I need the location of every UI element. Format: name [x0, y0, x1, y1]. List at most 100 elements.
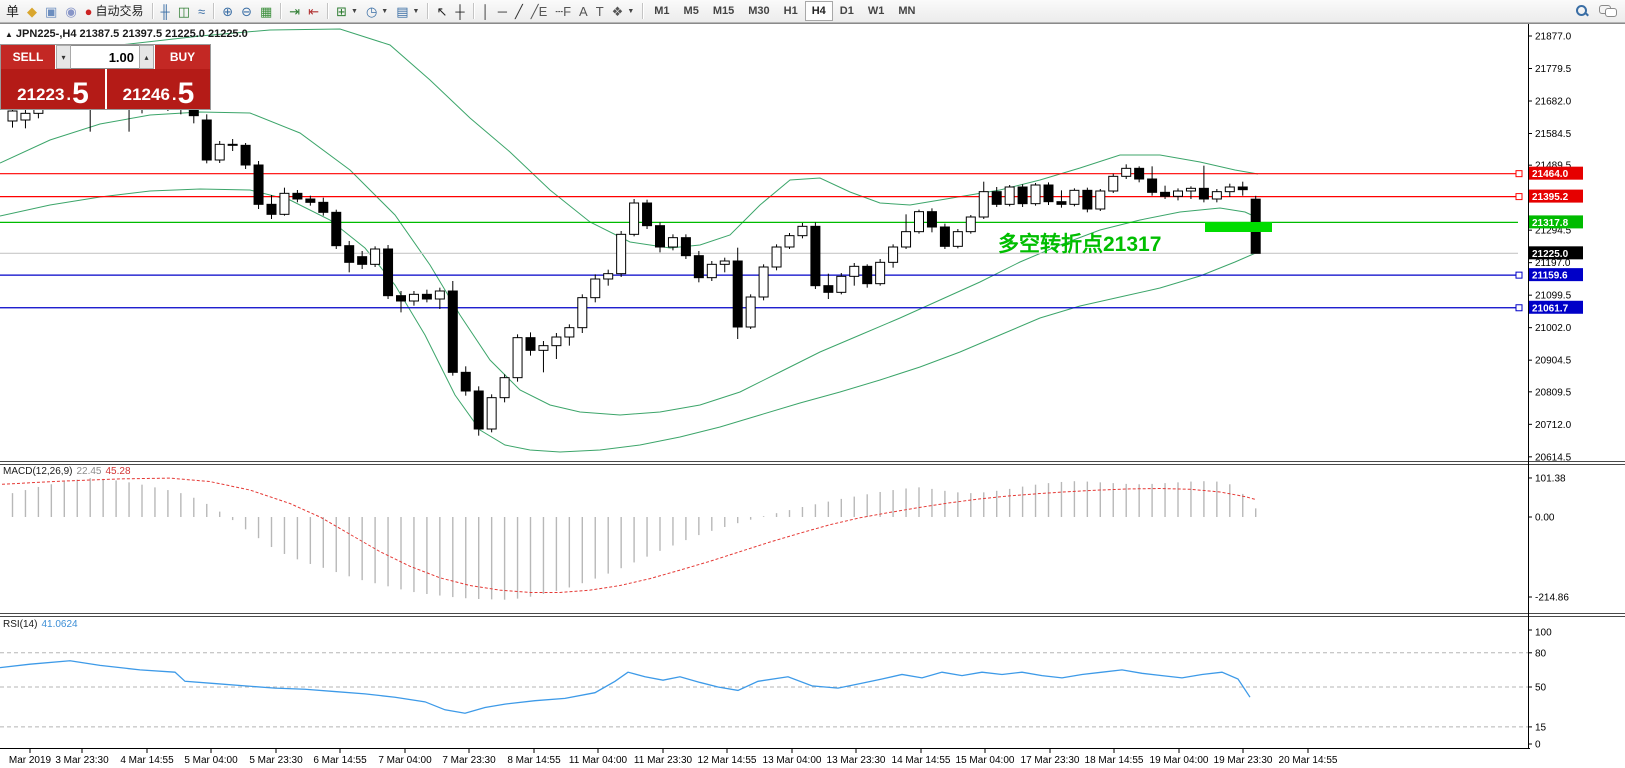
main-toolbar: 单◆▣◉●自动交易╫◫≈⊕⊖▦⇥⇤⊞▼◷▼▤▼↖┼│─╱╱E┄FAT❖▼M1M5…: [0, 0, 1625, 23]
macd-axis-label: -214.86: [1535, 593, 1569, 604]
candle-body: [1031, 185, 1040, 204]
volume-increase-button[interactable]: ▴: [139, 45, 154, 69]
time-axis-label: 20 Mar 14:55: [1279, 755, 1338, 766]
candle-body: [824, 286, 833, 293]
crosshair-button[interactable]: ┼: [451, 4, 468, 19]
time-axis-label: 6 Mar 14:55: [313, 755, 367, 766]
candle-body: [966, 217, 975, 232]
hline-price-flag-label: 21395.2: [1532, 192, 1569, 203]
templates-button-caret-icon[interactable]: ▼: [351, 8, 358, 15]
candle-body: [306, 199, 315, 202]
arrows-icon: ❖: [612, 5, 624, 18]
line-chart-button[interactable]: ≈: [194, 4, 209, 19]
text-button[interactable]: A: [575, 4, 592, 19]
time-axis-label: 5 Mar 04:00: [184, 755, 238, 766]
price-axis-tick-label: 20904.5: [1535, 356, 1572, 367]
zoom-out-icon: ⊖: [241, 5, 252, 18]
candle-body: [578, 298, 587, 328]
time-axis: Mar 20193 Mar 23:304 Mar 14:555 Mar 04:0…: [9, 748, 1338, 766]
chart-shift-button[interactable]: ⇤: [304, 4, 323, 19]
timeframe-h1-button[interactable]: H1: [777, 1, 805, 21]
signal-icon-button[interactable]: ◉: [61, 4, 80, 19]
candle-body: [254, 165, 263, 204]
timeframe-m30-button[interactable]: M30: [741, 1, 776, 21]
timeframe-m1-button[interactable]: M1: [647, 1, 676, 21]
fibonacci-button[interactable]: ┄F: [551, 4, 575, 19]
pivot-annotation-text[interactable]: 多空转折点21317: [998, 228, 1161, 258]
candle-body: [1083, 190, 1092, 209]
trendline-button[interactable]: ╱: [511, 4, 527, 19]
toolbar-separator: [280, 3, 281, 19]
candle-body: [707, 264, 716, 277]
candle-body: [1225, 187, 1234, 192]
timeframe-m15-button[interactable]: M15: [706, 1, 741, 21]
candle-body: [694, 256, 703, 278]
rsi-axis-label: 50: [1535, 683, 1547, 694]
hline-marker[interactable]: [1516, 272, 1522, 278]
candle-body: [1109, 176, 1118, 191]
arrows-button-caret-icon[interactable]: ▼: [627, 8, 634, 15]
channel-button[interactable]: ╱E: [527, 4, 552, 19]
timeframe-d1-button[interactable]: D1: [833, 1, 861, 21]
sell-button[interactable]: SELL: [1, 45, 56, 69]
periods-button[interactable]: ◷▼: [362, 4, 392, 19]
hline-marker[interactable]: [1516, 171, 1522, 177]
chat-icon[interactable]: [1599, 4, 1617, 18]
candle-body: [552, 337, 561, 346]
volume-input[interactable]: [71, 45, 139, 69]
candle-body: [215, 144, 224, 160]
candle-body: [668, 238, 677, 247]
toolbar-separator: [327, 3, 328, 19]
hline-marker[interactable]: [1516, 194, 1522, 200]
package-icon-button[interactable]: ◆: [23, 4, 41, 19]
candle-body: [733, 261, 742, 327]
candle-body: [448, 291, 457, 372]
candle-body: [785, 236, 794, 247]
auto-scroll-button[interactable]: ⇥: [285, 4, 304, 19]
candle-body: [811, 226, 820, 285]
horizontal-line-icon: ─: [498, 5, 507, 18]
macd-name: MACD(12,26,9): [3, 466, 72, 477]
volume-decrease-button[interactable]: ▾: [56, 45, 71, 69]
buy-price-dot: .: [172, 86, 177, 103]
timeframe-m5-button[interactable]: M5: [677, 1, 706, 21]
zoom-out-button[interactable]: ⊖: [237, 4, 256, 19]
macd-axis-label: 0.00: [1535, 513, 1555, 524]
time-axis-label: 8 Mar 14:55: [507, 755, 561, 766]
text-label-icon: T: [596, 5, 604, 18]
bar-chart-button[interactable]: ╫: [157, 4, 174, 19]
timeframe-h4-button[interactable]: H4: [805, 1, 833, 21]
tile-windows-button[interactable]: ▦: [256, 4, 276, 19]
candle-body: [332, 212, 341, 245]
vertical-line-button[interactable]: │: [478, 4, 494, 19]
candlestick-button[interactable]: ◫: [174, 4, 194, 19]
autotrade-button[interactable]: ●自动交易: [81, 4, 148, 19]
candle-body: [927, 212, 936, 227]
rsi-axis-label: 15: [1535, 722, 1547, 733]
candle-body: [202, 120, 211, 160]
cursor-button[interactable]: ↖: [432, 4, 451, 19]
timeframe-mn-button[interactable]: MN: [891, 1, 922, 21]
autotrade-icon: ●: [85, 5, 93, 18]
editor-icon-button[interactable]: ▣: [41, 4, 61, 19]
indicators-button[interactable]: ▤▼: [392, 4, 423, 19]
zoom-in-button[interactable]: ⊕: [218, 4, 237, 19]
new-order-button[interactable]: 单: [2, 4, 23, 19]
sell-price[interactable]: 21223.5: [1, 69, 107, 109]
buy-price[interactable]: 21246.5: [107, 69, 210, 109]
horizontal-line-button[interactable]: ─: [494, 4, 511, 19]
candle-body: [1212, 192, 1221, 199]
periods-button-caret-icon[interactable]: ▼: [381, 8, 388, 15]
timeframe-w1-button[interactable]: W1: [861, 1, 892, 21]
text-label-button[interactable]: T: [592, 4, 608, 19]
hline-marker[interactable]: [1516, 305, 1522, 311]
pivot-highlight-rect[interactable]: [1205, 222, 1272, 232]
time-axis-label: 3 Mar 23:30: [55, 755, 109, 766]
search-icon[interactable]: [1575, 4, 1589, 18]
auto-scroll-icon: ⇥: [289, 5, 300, 18]
buy-button[interactable]: BUY: [154, 45, 210, 69]
templates-button[interactable]: ⊞▼: [332, 4, 362, 19]
collapse-triangle-icon[interactable]: ▲: [5, 30, 13, 39]
arrows-button[interactable]: ❖▼: [608, 4, 639, 19]
indicators-button-caret-icon[interactable]: ▼: [413, 8, 420, 15]
